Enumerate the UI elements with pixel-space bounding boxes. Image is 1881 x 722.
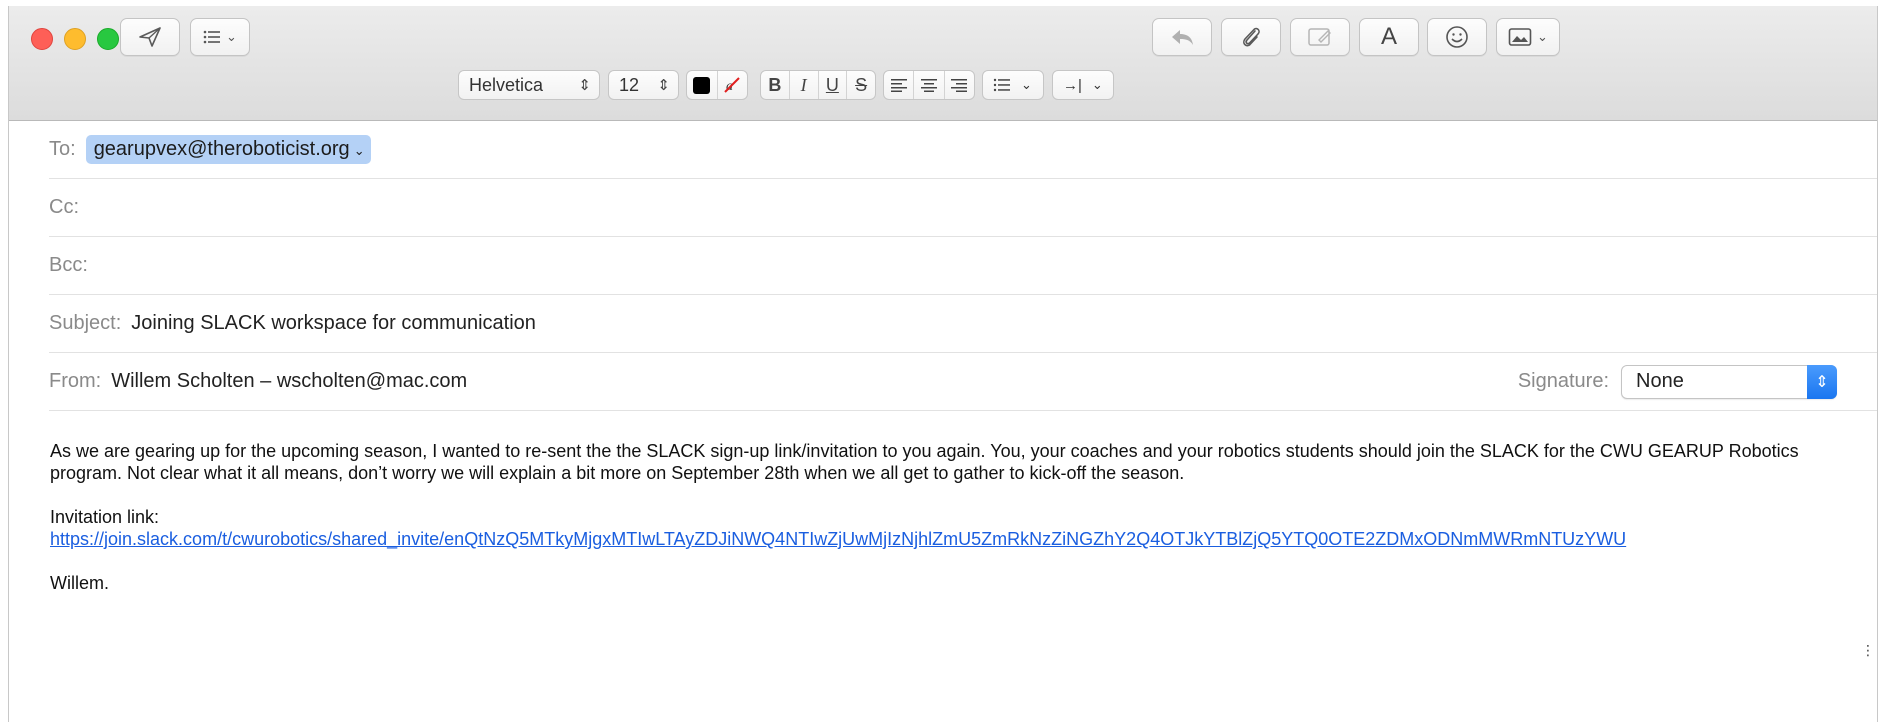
reply-arrow-icon: [1172, 30, 1193, 45]
body-paragraph: As we are gearing up for the upcoming se…: [50, 441, 1799, 483]
resize-handle-icon[interactable]: ⋮: [1861, 642, 1875, 659]
format-bar: Helvetica ⇕ 12 ⇕ a B I: [9, 70, 1877, 106]
reply-button[interactable]: [1152, 18, 1212, 56]
background-color-button[interactable]: a: [716, 71, 748, 99]
paperclip-icon: [1243, 27, 1260, 47]
bulleted-list-icon: [993, 78, 1010, 92]
underline-button[interactable]: U: [817, 71, 847, 99]
font-family-select[interactable]: Helvetica ⇕: [458, 70, 600, 100]
markup-button[interactable]: [1290, 18, 1350, 56]
title-toolbar: ⌄ A ⌄ Helvetica ⇕ 12 ⇕ B I U S ⌄ →| ⌄: [9, 6, 1877, 121]
align-right-button[interactable]: [943, 71, 974, 99]
compose-window: ⌄ A ⌄ Helvetica ⇕ 12 ⇕ B I U S ⌄ →| ⌄ To…: [8, 6, 1878, 722]
font-size-select[interactable]: 12 ⇕: [608, 70, 679, 100]
recipient-token[interactable]: gearupvex@theroboticist.org ⌄: [85, 135, 371, 164]
chevron-down-icon: ⌄: [1091, 77, 1103, 92]
list-style-select[interactable]: ⌄: [982, 70, 1044, 100]
align-center-button[interactable]: [913, 71, 943, 99]
chevron-down-icon: ⌄: [1021, 77, 1032, 92]
fonts-button[interactable]: A: [1359, 18, 1419, 56]
subject-label: Subject:: [49, 312, 122, 334]
chevron-down-icon: ⌄: [353, 143, 365, 158]
bcc-row[interactable]: Bcc:: [49, 237, 1877, 295]
to-label: To:: [49, 138, 76, 160]
font-size-value: 12: [619, 74, 640, 95]
chevron-down-icon: ⌄: [1537, 29, 1548, 44]
up-down-chevron-icon: ⇕: [657, 77, 670, 94]
bcc-label: Bcc:: [49, 254, 88, 276]
send-button[interactable]: [120, 18, 180, 56]
text-style-controls: B I U S: [760, 70, 876, 100]
smiley-icon: [1446, 26, 1468, 48]
chevron-down-icon: ⌄: [226, 29, 237, 44]
color-swatch-icon: [693, 76, 711, 94]
up-down-chevron-icon: ⇕: [1807, 364, 1837, 399]
signature-select[interactable]: None ⇕: [1621, 364, 1837, 399]
strikethrough-button[interactable]: S: [846, 71, 875, 99]
paper-plane-icon: [139, 27, 161, 47]
bold-button[interactable]: B: [761, 71, 789, 99]
align-left-button[interactable]: [884, 71, 913, 99]
align-center-icon: [920, 79, 937, 92]
attach-button[interactable]: [1221, 18, 1281, 56]
font-family-value: Helvetica: [469, 74, 544, 95]
message-body[interactable]: As we are gearing up for the upcoming se…: [50, 440, 1851, 594]
photo-icon: [1508, 28, 1532, 46]
recipient-address: gearupvex@theroboticist.org: [93, 138, 350, 160]
signoff: Willem.: [50, 573, 109, 593]
subject-field[interactable]: Joining SLACK workspace for communicatio…: [131, 312, 536, 335]
italic-button[interactable]: I: [788, 71, 818, 99]
markup-icon: [1308, 28, 1331, 46]
invitation-link[interactable]: https://join.slack.com/t/cwurobotics/sha…: [50, 529, 1626, 549]
indent-icon: →|: [1063, 76, 1082, 94]
signature-label: Signature:: [1517, 370, 1609, 392]
text-color-button[interactable]: [687, 71, 717, 99]
close-window-button[interactable]: [31, 28, 53, 50]
cc-row[interactable]: Cc:: [49, 179, 1877, 237]
minimize-window-button[interactable]: [64, 28, 86, 50]
invitation-label: Invitation link:: [50, 507, 160, 527]
no-color-icon: a: [724, 77, 740, 94]
header-fields-button[interactable]: ⌄: [190, 18, 250, 56]
emoji-button[interactable]: [1427, 18, 1487, 56]
align-left-icon: [890, 79, 907, 92]
photo-browser-button[interactable]: ⌄: [1496, 18, 1560, 56]
color-controls: a: [686, 70, 748, 100]
signature-control: Signature: None ⇕: [1517, 364, 1837, 399]
list-icon: [203, 30, 221, 44]
from-label: From:: [49, 370, 102, 392]
cc-label: Cc:: [49, 196, 79, 218]
subject-row[interactable]: Subject: Joining SLACK workspace for com…: [49, 295, 1877, 353]
signature-value: None: [1636, 370, 1684, 392]
fonts-label: A: [1380, 23, 1397, 50]
up-down-chevron-icon: ⇕: [578, 77, 591, 94]
zoom-window-button[interactable]: [97, 28, 119, 50]
from-row: From: Willem Scholten – wscholten@mac.co…: [49, 353, 1877, 411]
align-right-icon: [951, 79, 968, 92]
indent-select[interactable]: →| ⌄: [1052, 70, 1114, 100]
to-row[interactable]: To: gearupvex@theroboticist.org ⌄: [49, 121, 1877, 179]
alignment-controls: [883, 70, 975, 100]
from-field[interactable]: Willem Scholten – wscholten@mac.com: [111, 370, 467, 393]
